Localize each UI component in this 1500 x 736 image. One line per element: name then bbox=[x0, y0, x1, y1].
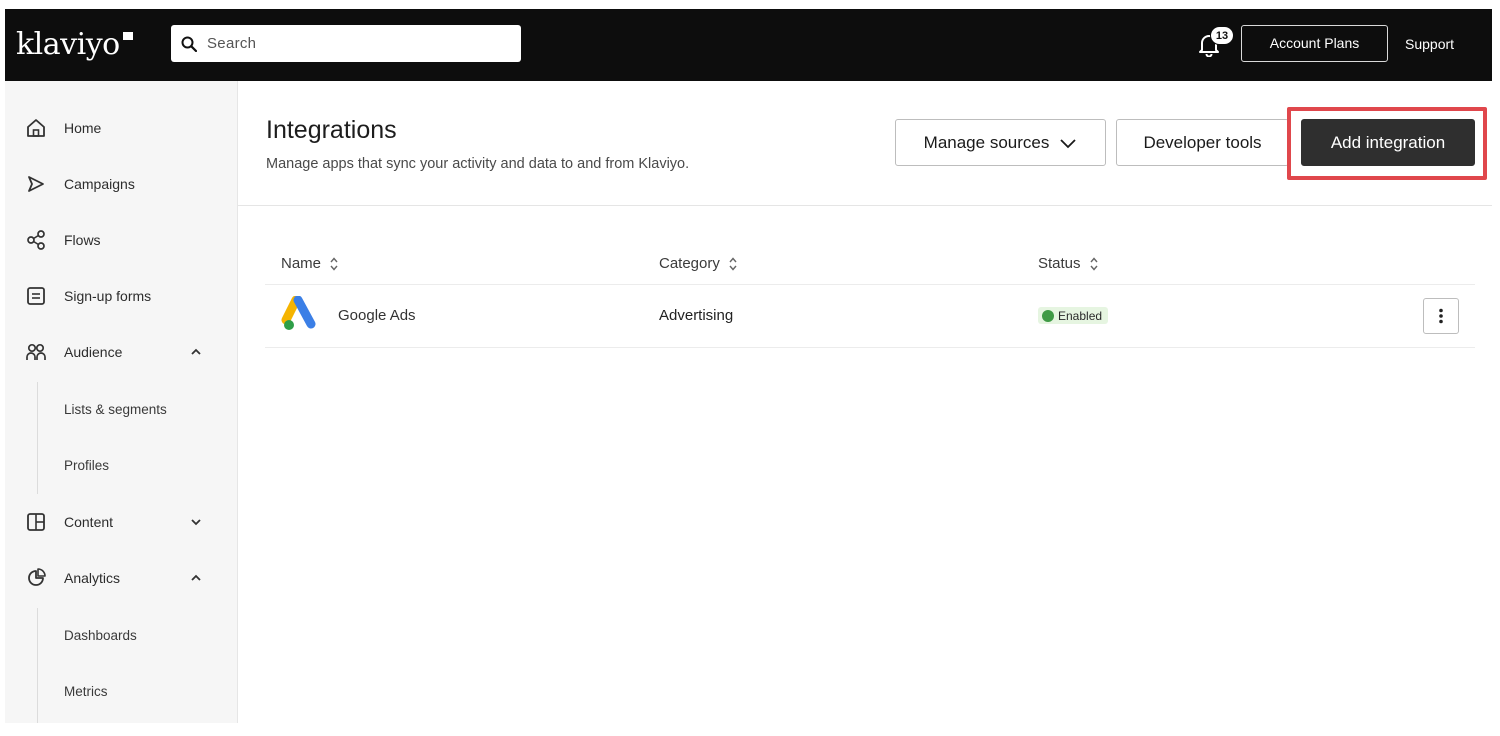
top-bar: klaviyo Search 13 Account Plans Support bbox=[5, 9, 1492, 81]
klaviyo-logo[interactable]: klaviyo bbox=[16, 25, 120, 65]
sidebar-subitem-label: Metrics bbox=[64, 683, 108, 699]
sidebar-item-dashboards[interactable]: Dashboards bbox=[5, 615, 238, 655]
google-ads-logo-icon bbox=[281, 296, 316, 330]
sidebar-item-home[interactable]: Home bbox=[5, 108, 238, 148]
chevron-down-icon bbox=[1060, 138, 1076, 148]
table-divider bbox=[265, 284, 1475, 285]
sidebar-item-audience[interactable]: Audience bbox=[5, 332, 238, 372]
chevron-up-icon[interactable] bbox=[189, 571, 203, 585]
sidebar-item-flows[interactable]: Flows bbox=[5, 220, 238, 260]
sidebar-item-metrics[interactable]: Metrics bbox=[5, 671, 238, 711]
notification-count-badge: 13 bbox=[1210, 26, 1234, 45]
add-integration-label: Add integration bbox=[1330, 132, 1446, 152]
developer-tools-button[interactable]: Developer tools bbox=[1116, 119, 1289, 166]
flows-icon bbox=[27, 230, 45, 250]
sidebar-item-label: Campaigns bbox=[64, 176, 135, 192]
sidebar-item-lists-segments[interactable]: Lists & segments bbox=[5, 389, 238, 429]
column-header-name[interactable]: Name bbox=[281, 255, 339, 272]
sidebar-item-profiles[interactable]: Profiles bbox=[5, 445, 238, 485]
sidebar-item-label: Flows bbox=[64, 232, 101, 248]
sidebar-item-signup-forms[interactable]: Sign-up forms bbox=[5, 276, 238, 316]
column-header-label: Status bbox=[1038, 255, 1081, 272]
analytics-icon bbox=[28, 568, 46, 586]
sidebar-subitem-label: Lists & segments bbox=[64, 401, 167, 417]
sidebar-subitem-label: Profiles bbox=[64, 457, 110, 473]
sort-icon bbox=[330, 256, 338, 271]
column-header-status[interactable]: Status bbox=[1038, 255, 1099, 272]
support-link[interactable]: Support bbox=[1405, 36, 1454, 52]
sort-icon bbox=[1089, 256, 1098, 271]
sidebar-item-label: Home bbox=[64, 120, 102, 136]
sidebar-item-content[interactable]: Content bbox=[5, 502, 238, 542]
page-title: Integrations bbox=[266, 116, 397, 144]
status-label: Enabled bbox=[1058, 308, 1103, 323]
sidebar-item-label: Analytics bbox=[64, 570, 121, 586]
chevron-down-icon[interactable] bbox=[189, 515, 203, 529]
sidebar-item-analytics[interactable]: Analytics bbox=[5, 558, 238, 598]
status-dot-icon bbox=[1042, 309, 1054, 322]
logo-flag-mark bbox=[123, 32, 133, 40]
column-header-label: Name bbox=[281, 255, 322, 272]
campaigns-icon bbox=[28, 176, 44, 192]
home-icon bbox=[27, 119, 45, 137]
row-actions-button[interactable] bbox=[1423, 298, 1459, 334]
more-vertical-icon bbox=[1439, 308, 1443, 324]
column-header-label: Category bbox=[659, 255, 720, 272]
content-icon bbox=[27, 513, 45, 531]
page-subtitle: Manage apps that sync your activity and … bbox=[266, 156, 690, 172]
sidebar-item-label: Content bbox=[64, 514, 114, 530]
sort-icon bbox=[729, 256, 737, 271]
manage-sources-label: Manage sources bbox=[923, 132, 1050, 152]
audience-icon bbox=[26, 343, 46, 360]
status-badge: Enabled bbox=[1038, 307, 1109, 324]
app-frame: klaviyo Search 13 Account Plans Support … bbox=[5, 9, 1492, 723]
column-header-category[interactable]: Category bbox=[659, 255, 738, 272]
sidebar-item-label: Sign-up forms bbox=[64, 288, 152, 304]
form-icon bbox=[27, 287, 45, 305]
header-divider bbox=[238, 205, 1492, 206]
sidebar-item-campaigns[interactable]: Campaigns bbox=[5, 164, 238, 204]
developer-tools-label: Developer tools bbox=[1143, 132, 1262, 152]
sidebar: Home Campaigns Flows Sign-up forms Audie… bbox=[5, 81, 238, 723]
main-content: Integrations Manage apps that sync your … bbox=[238, 81, 1492, 723]
search-placeholder: Search bbox=[207, 35, 257, 52]
table-divider bbox=[265, 347, 1475, 348]
sidebar-subitem-label: Dashboards bbox=[64, 627, 137, 643]
integration-name[interactable]: Google Ads bbox=[338, 307, 416, 324]
sidebar-item-label: Audience bbox=[64, 344, 123, 360]
integration-category: Advertising bbox=[659, 307, 734, 324]
search-icon bbox=[181, 36, 197, 52]
chevron-up-icon[interactable] bbox=[189, 345, 203, 359]
search-input[interactable]: Search bbox=[171, 25, 521, 62]
add-integration-button[interactable]: Add integration bbox=[1301, 119, 1475, 166]
manage-sources-button[interactable]: Manage sources bbox=[895, 119, 1106, 166]
account-plans-button[interactable]: Account Plans bbox=[1241, 25, 1388, 62]
